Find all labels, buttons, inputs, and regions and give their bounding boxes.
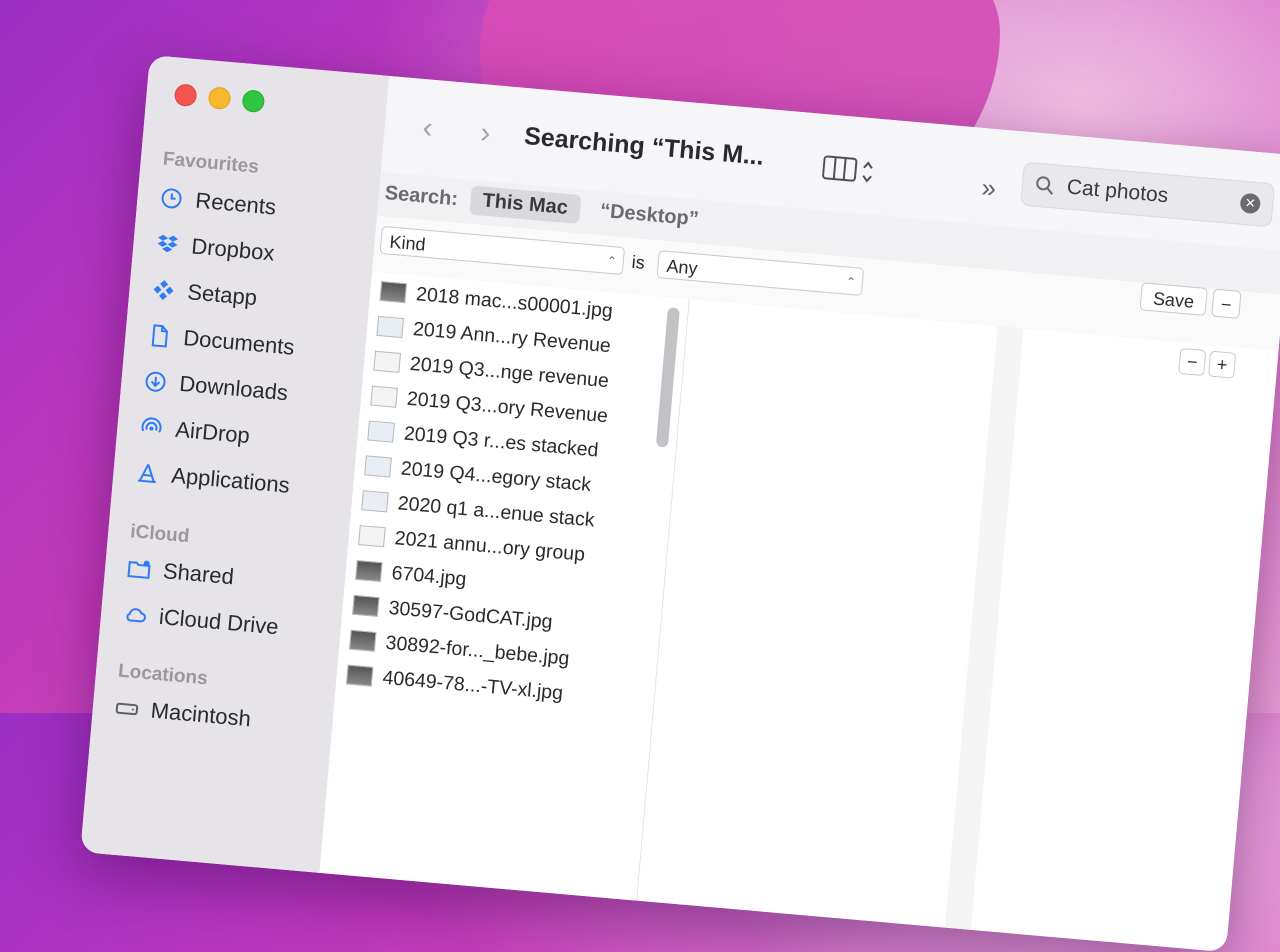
sidebar-item-downloads[interactable]: Downloads [142, 368, 289, 407]
cloud-icon [126, 608, 146, 623]
sidebar-section-locations: Locations [117, 660, 209, 690]
sidebar-item-recents[interactable]: Recents [158, 184, 277, 220]
sidebar-item-applications[interactable]: Applications [134, 459, 291, 498]
more-toolbar-items-icon[interactable]: » [980, 172, 997, 204]
window-title: Searching “This M... [523, 121, 766, 171]
chevron-updown-icon: ⌃ [606, 253, 618, 269]
close-button[interactable] [173, 83, 198, 108]
results-area: 2018 mac...s00001.jpg 2019 Ann...ry Reve… [319, 271, 1279, 952]
back-button[interactable]: ‹ [421, 111, 434, 146]
minimize-button[interactable] [207, 86, 232, 111]
attribute-value: Kind [388, 231, 427, 255]
sidebar-item-label: AirDrop [174, 416, 251, 449]
window-controls [173, 83, 266, 114]
sidebar-item-label: iCloud Drive [158, 603, 280, 640]
sidebar-item-shared[interactable]: Shared [126, 555, 235, 590]
sidebar-item-dropbox[interactable]: Dropbox [154, 230, 275, 266]
sidebar-item-label: Recents [194, 187, 278, 220]
save-search-button[interactable]: Save [1139, 282, 1208, 316]
chart-thumbnail-icon [376, 315, 405, 339]
chart-thumbnail-icon [364, 455, 392, 478]
forward-button[interactable]: › [479, 116, 492, 151]
airdrop-icon [141, 417, 162, 433]
sidebar-item-macintosh[interactable]: Macintosh [114, 694, 252, 732]
dropbox-icon [157, 234, 179, 253]
column-divider [944, 325, 1024, 930]
sidebar-item-documents[interactable]: Documents [146, 322, 295, 361]
clear-search-icon[interactable]: ✕ [1239, 192, 1262, 215]
document-thumbnail-icon [373, 350, 401, 373]
applications-icon [137, 463, 156, 484]
chevron-updown-icon: ⌃ [845, 274, 857, 290]
columns-icon [822, 155, 873, 183]
finder-window: Favourites Recents Dropbox Setapp Docume… [80, 55, 1280, 952]
remove-rule-button[interactable]: − [1178, 347, 1207, 377]
disk-icon [115, 702, 139, 716]
sidebar-item-setapp[interactable]: Setapp [150, 276, 258, 311]
column-view-button[interactable] [821, 154, 880, 192]
operator-label: is [630, 251, 646, 273]
chart-thumbnail-icon [367, 420, 395, 443]
sidebar-item-label: Shared [162, 558, 235, 590]
image-thumbnail-icon [351, 594, 380, 618]
search-icon [1036, 176, 1054, 195]
scope-this-mac-button[interactable]: This Mac [469, 185, 582, 224]
search-input[interactable] [1063, 174, 1230, 215]
zoom-button[interactable] [241, 89, 266, 114]
sidebar-item-icloud-drive[interactable]: iCloud Drive [122, 601, 280, 640]
kind-value-select[interactable]: Any ⌃ [656, 250, 865, 296]
remove-criteria-button[interactable]: − [1211, 288, 1242, 319]
sidebar-section-favourites: Favourites [162, 148, 260, 178]
chart-thumbnail-icon [361, 490, 389, 513]
document-icon [151, 324, 168, 348]
clock-icon [161, 188, 182, 209]
search-field[interactable]: ✕ [1020, 161, 1276, 228]
download-icon [145, 371, 166, 392]
sidebar-item-airdrop[interactable]: AirDrop [138, 414, 251, 450]
shared-folder-icon [127, 560, 151, 579]
image-thumbnail-icon [355, 559, 383, 583]
add-rule-button[interactable]: + [1208, 350, 1237, 379]
attribute-select[interactable]: Kind ⌃ [379, 225, 626, 276]
image-thumbnail-icon [348, 629, 377, 652]
image-thumbnail-icon [379, 281, 408, 304]
kind-value: Any [665, 255, 699, 279]
sidebar-item-label: Macintosh [149, 697, 252, 732]
sidebar-section-icloud: iCloud [129, 521, 191, 548]
image-thumbnail-icon [345, 664, 374, 687]
sidebar-item-label: Setapp [186, 279, 259, 311]
sidebar-item-label: Applications [170, 462, 291, 498]
document-thumbnail-icon [358, 525, 386, 548]
sidebar-item-label: Dropbox [190, 233, 276, 266]
sidebar-item-label: Documents [182, 325, 296, 360]
sidebar-item-label: Downloads [178, 370, 290, 406]
list-item[interactable]: 6704.jpg [355, 555, 468, 595]
file-list-scrollbar[interactable] [655, 307, 680, 448]
search-scope-label: Search: [383, 182, 459, 211]
setapp-icon [153, 280, 174, 301]
scope-desktop-button[interactable]: “Desktop” [599, 200, 699, 232]
document-thumbnail-icon [370, 385, 398, 408]
